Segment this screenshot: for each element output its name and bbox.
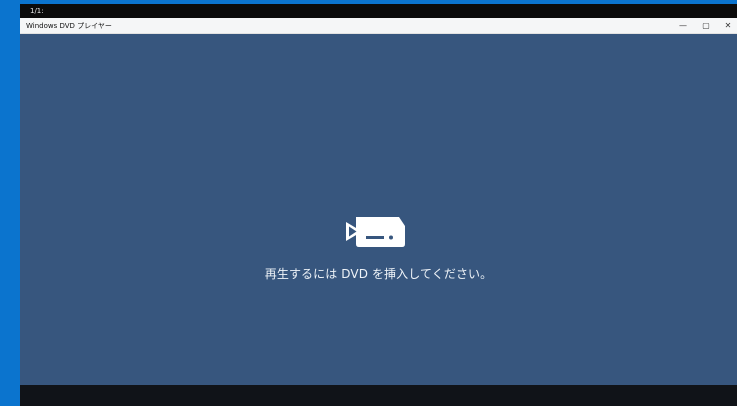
bottom-control-bar	[20, 385, 737, 406]
close-button[interactable]: ✕	[717, 18, 737, 34]
restore-button[interactable]: ▢	[695, 18, 717, 34]
top-status-bar: 1/1:	[20, 4, 737, 18]
top-status-label: 1/1:	[30, 7, 44, 15]
player-content-area[interactable]: 再生するには DVD を挿入してください。	[20, 34, 737, 385]
left-accent-strip	[0, 0, 20, 406]
restore-icon: ▢	[702, 21, 710, 30]
title-bar[interactable]: Windows DVD プレイヤー — ▢ ✕	[20, 18, 737, 34]
minimize-icon: —	[679, 21, 687, 30]
close-icon: ✕	[724, 21, 732, 30]
dvd-player-window: Windows DVD プレイヤー — ▢ ✕ 再生するには DVD を挿入して…	[20, 18, 737, 406]
insert-dvd-message: 再生するには DVD を挿入してください。	[264, 267, 493, 281]
window-title: Windows DVD プレイヤー	[26, 22, 112, 30]
minimize-button[interactable]: —	[672, 18, 694, 34]
dvd-drive-icon	[346, 217, 405, 247]
